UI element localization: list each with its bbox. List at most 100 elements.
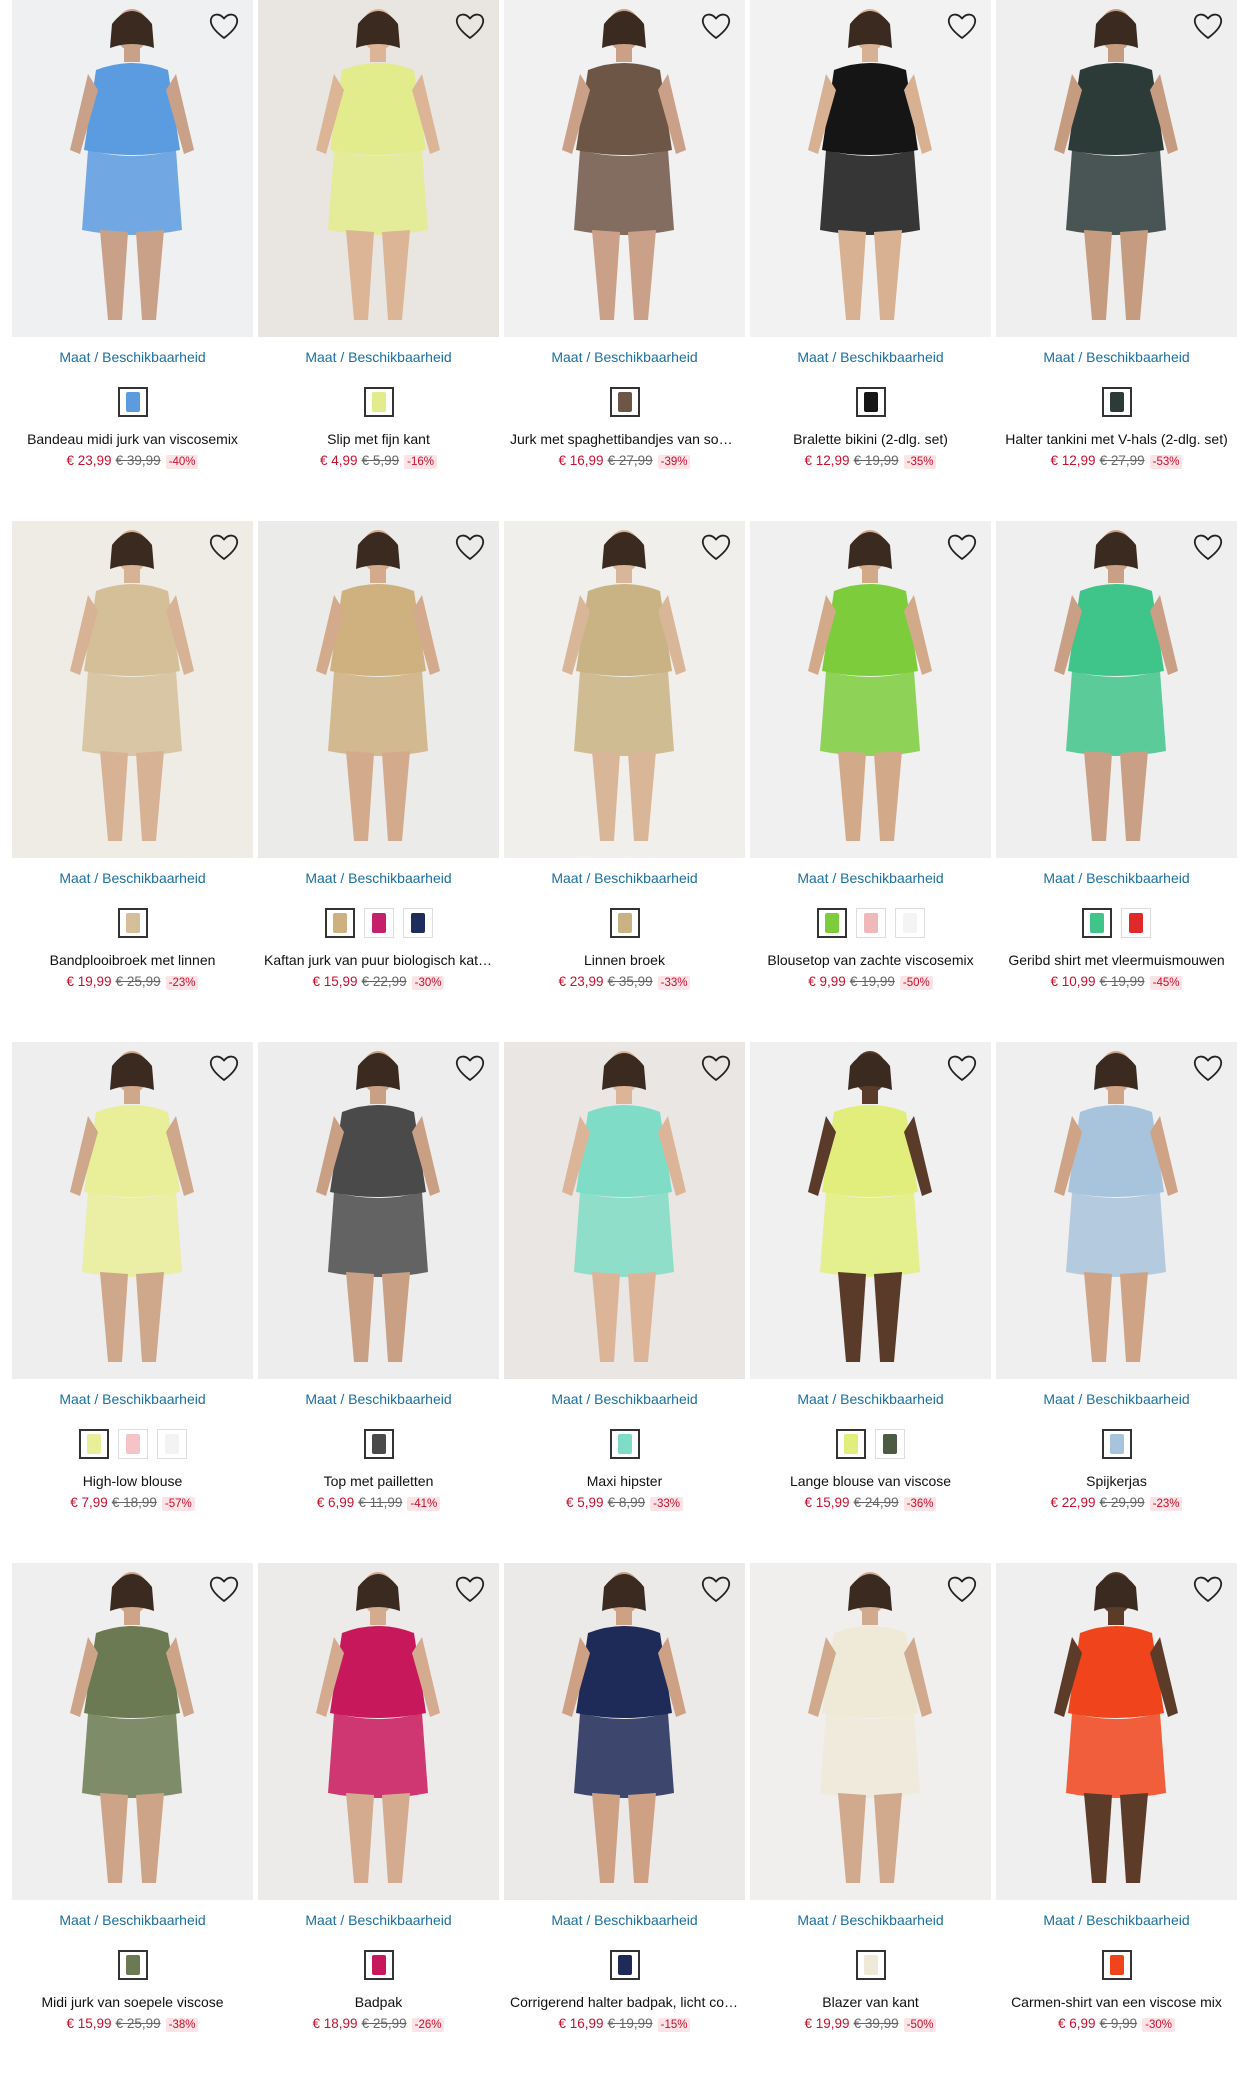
- color-swatch[interactable]: [836, 1429, 866, 1459]
- wishlist-heart-icon[interactable]: [945, 1573, 979, 1605]
- color-swatch[interactable]: [78, 1429, 109, 1459]
- product-card[interactable]: Maat / Beschikbaarheid Corrigerend halter…: [504, 1563, 745, 2082]
- product-card[interactable]: Maat / Beschikbaarheid Halter tankini met…: [996, 0, 1237, 521]
- product-name[interactable]: Corrigerend halter badpak, licht corrige…: [504, 1994, 745, 2012]
- color-swatch[interactable]: [363, 387, 394, 417]
- product-name[interactable]: Blazer van kant: [750, 1994, 991, 2012]
- product-card[interactable]: Maat / Beschikbaarheid Midi jurk van soep…: [12, 1563, 253, 2082]
- product-name[interactable]: Carmen-shirt van een viscose mix: [996, 1994, 1237, 2012]
- product-image[interactable]: [258, 1563, 499, 1900]
- product-image[interactable]: [996, 1042, 1237, 1379]
- product-card[interactable]: Maat / Beschikbaarheid Jurk met spaghetti…: [504, 0, 745, 521]
- product-card[interactable]: Maat / Beschikbaarheid Badpak € 18,99 € 25,…: [258, 1563, 499, 2082]
- product-card[interactable]: Maat / Beschikbaarheid Carmen-shirt van e…: [996, 1563, 1237, 2082]
- product-image[interactable]: [504, 0, 745, 337]
- product-name[interactable]: Bandplooibroek met linnen: [12, 952, 253, 970]
- size-availability-link[interactable]: Maat / Beschikbaarheid: [12, 349, 253, 369]
- size-availability-link[interactable]: Maat / Beschikbaarheid: [504, 349, 745, 369]
- product-card[interactable]: Maat / Beschikbaarheid Top met pailletten…: [258, 1042, 499, 1563]
- size-availability-link[interactable]: Maat / Beschikbaarheid: [12, 1391, 253, 1411]
- product-card[interactable]: Maat / Beschikbaarheid Bandeau midi jurk …: [12, 0, 253, 521]
- color-swatch[interactable]: [816, 908, 847, 938]
- product-card[interactable]: Maat / Beschikbaarheid Bandplooibroek met…: [12, 521, 253, 1042]
- color-swatch[interactable]: [402, 908, 433, 938]
- size-availability-link[interactable]: Maat / Beschikbaarheid: [996, 870, 1237, 890]
- size-availability-link[interactable]: Maat / Beschikbaarheid: [258, 1391, 499, 1411]
- product-name[interactable]: Jurk met spaghettibandjes van soepele vi…: [504, 431, 745, 449]
- color-swatch[interactable]: [324, 908, 355, 938]
- size-availability-link[interactable]: Maat / Beschikbaarheid: [12, 1912, 253, 1932]
- product-name[interactable]: Blousetop van zachte viscosemix: [750, 952, 991, 970]
- color-swatch[interactable]: [117, 908, 148, 938]
- wishlist-heart-icon[interactable]: [207, 10, 241, 42]
- product-card[interactable]: Maat / Beschikbaarheid Blazer van kant € 1…: [750, 1563, 991, 2082]
- color-swatch[interactable]: [1101, 1429, 1132, 1459]
- size-availability-link[interactable]: Maat / Beschikbaarheid: [750, 870, 991, 890]
- color-swatch[interactable]: [117, 1429, 148, 1459]
- product-image[interactable]: [996, 1563, 1237, 1900]
- product-image[interactable]: [12, 521, 253, 858]
- size-availability-link[interactable]: Maat / Beschikbaarheid: [12, 870, 253, 890]
- size-availability-link[interactable]: Maat / Beschikbaarheid: [504, 1391, 745, 1411]
- product-image[interactable]: [258, 1042, 499, 1379]
- product-image[interactable]: [12, 1563, 253, 1900]
- size-availability-link[interactable]: Maat / Beschikbaarheid: [750, 349, 991, 369]
- product-name[interactable]: Maxi hipster: [504, 1473, 745, 1491]
- product-image[interactable]: [504, 521, 745, 858]
- color-swatch[interactable]: [363, 908, 394, 938]
- product-name[interactable]: Lange blouse van viscose: [750, 1473, 991, 1491]
- product-image[interactable]: [996, 0, 1237, 337]
- product-image[interactable]: [750, 0, 991, 337]
- wishlist-heart-icon[interactable]: [1191, 1052, 1225, 1084]
- wishlist-heart-icon[interactable]: [207, 531, 241, 563]
- product-image[interactable]: [258, 521, 499, 858]
- product-card[interactable]: Maat / Beschikbaarheid Spijkerjas € 22,99 €…: [996, 1042, 1237, 1563]
- wishlist-heart-icon[interactable]: [945, 10, 979, 42]
- product-card[interactable]: Maat / Beschikbaarheid Blousetop van zach…: [750, 521, 991, 1042]
- product-card[interactable]: Maat / Beschikbaarheid Maxi hipster € 5,99…: [504, 1042, 745, 1563]
- wishlist-heart-icon[interactable]: [699, 10, 733, 42]
- product-image[interactable]: [504, 1563, 745, 1900]
- product-name[interactable]: Bralette bikini (2-dlg. set): [750, 431, 991, 449]
- size-availability-link[interactable]: Maat / Beschikbaarheid: [750, 1391, 991, 1411]
- product-card[interactable]: Maat / Beschikbaarheid Slip met fijn kant…: [258, 0, 499, 521]
- wishlist-heart-icon[interactable]: [453, 10, 487, 42]
- product-image[interactable]: [504, 1042, 745, 1379]
- product-image[interactable]: [12, 1042, 253, 1379]
- color-swatch[interactable]: [609, 1950, 640, 1980]
- color-swatch[interactable]: [1082, 908, 1112, 938]
- product-name[interactable]: Linnen broek: [504, 952, 745, 970]
- product-card[interactable]: Maat / Beschikbaarheid Kaftan jurk van pu…: [258, 521, 499, 1042]
- product-card[interactable]: Maat / Beschikbaarheid Lange blouse van v…: [750, 1042, 991, 1563]
- wishlist-heart-icon[interactable]: [1191, 1573, 1225, 1605]
- product-name[interactable]: Halter tankini met V-hals (2-dlg. set): [996, 431, 1237, 449]
- color-swatch[interactable]: [1121, 908, 1151, 938]
- color-swatch[interactable]: [855, 1950, 886, 1980]
- size-availability-link[interactable]: Maat / Beschikbaarheid: [750, 1912, 991, 1932]
- color-swatch[interactable]: [609, 1429, 640, 1459]
- product-card[interactable]: Maat / Beschikbaarheid Linnen broek € 23,9…: [504, 521, 745, 1042]
- wishlist-heart-icon[interactable]: [453, 1573, 487, 1605]
- color-swatch[interactable]: [117, 1950, 148, 1980]
- size-availability-link[interactable]: Maat / Beschikbaarheid: [258, 1912, 499, 1932]
- color-swatch[interactable]: [609, 387, 640, 417]
- size-availability-link[interactable]: Maat / Beschikbaarheid: [504, 1912, 745, 1932]
- product-image[interactable]: [750, 1563, 991, 1900]
- product-image[interactable]: [750, 521, 991, 858]
- product-name[interactable]: Slip met fijn kant: [258, 431, 499, 449]
- wishlist-heart-icon[interactable]: [207, 1573, 241, 1605]
- wishlist-heart-icon[interactable]: [207, 1052, 241, 1084]
- product-name[interactable]: Bandeau midi jurk van viscosemix: [12, 431, 253, 449]
- product-name[interactable]: Midi jurk van soepele viscose: [12, 1994, 253, 2012]
- color-swatch[interactable]: [363, 1950, 394, 1980]
- wishlist-heart-icon[interactable]: [699, 1052, 733, 1084]
- size-availability-link[interactable]: Maat / Beschikbaarheid: [996, 1912, 1237, 1932]
- product-card[interactable]: Maat / Beschikbaarheid Geribd shirt met v…: [996, 521, 1237, 1042]
- product-image[interactable]: [750, 1042, 991, 1379]
- product-name[interactable]: Kaftan jurk van puur biologisch katoen: [258, 952, 499, 970]
- wishlist-heart-icon[interactable]: [1191, 531, 1225, 563]
- size-availability-link[interactable]: Maat / Beschikbaarheid: [996, 349, 1237, 369]
- product-image[interactable]: [996, 521, 1237, 858]
- color-swatch[interactable]: [855, 908, 886, 938]
- product-card[interactable]: Maat / Beschikbaarheid Bralette bikini (2…: [750, 0, 991, 521]
